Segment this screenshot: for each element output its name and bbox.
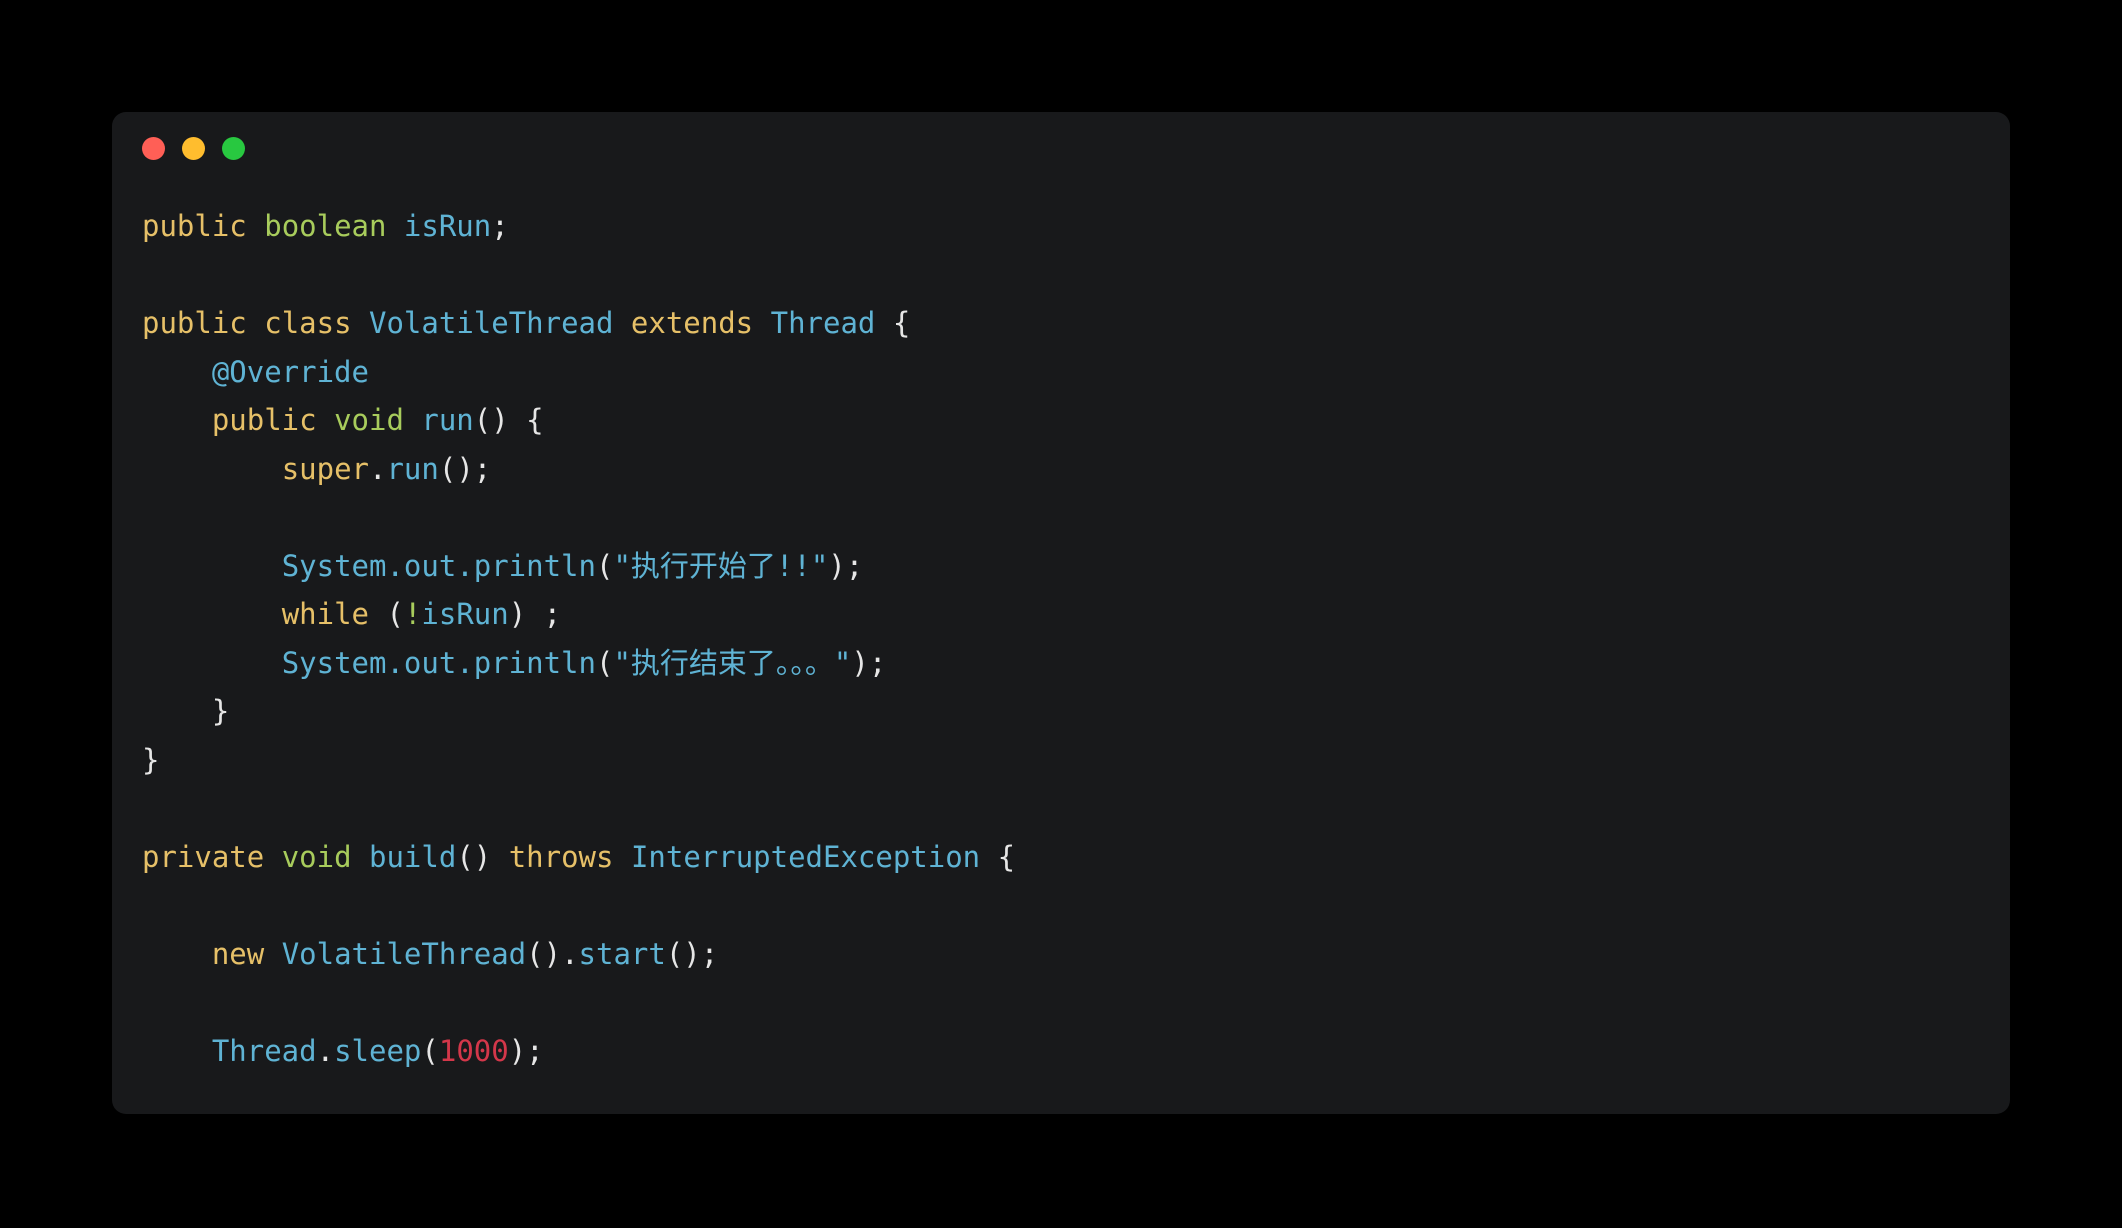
token-system-call: System.out.println [281, 645, 596, 680]
window-titlebar [112, 112, 2010, 184]
token-keyword: throws [508, 839, 614, 874]
token-type: void [334, 403, 404, 437]
minimize-button[interactable] [182, 136, 205, 160]
token-punct: . [316, 1033, 335, 1068]
code-line-11: } [142, 687, 1980, 736]
code-line-7-blank [142, 493, 1980, 542]
token-operator: ! [403, 597, 422, 631]
token-class-name: Thread [770, 306, 876, 340]
token-number: 1000 [438, 1033, 509, 1068]
token-keyword: new [211, 936, 265, 971]
token-punct: ); [851, 645, 887, 680]
code-line-5: public void run() { [142, 396, 1980, 445]
token-method-name: run [421, 403, 474, 437]
token-keyword: class [264, 306, 352, 340]
token-class-name: VolatileThread [369, 306, 614, 340]
token-punct: ); [828, 548, 864, 583]
token-identifier: isRun [403, 209, 492, 243]
token-type: void [281, 839, 352, 874]
token-punct: ( [595, 548, 614, 583]
code-line-15-blank [142, 881, 1980, 930]
code-content: public boolean isRun; public class Volat… [112, 184, 2010, 1114]
token-keyword: public [142, 209, 247, 243]
token-punct: () [456, 839, 492, 874]
token-type: boolean [264, 209, 387, 243]
code-screenshot-window: public boolean isRun; public class Volat… [112, 112, 2010, 1114]
close-button[interactable] [142, 136, 165, 160]
code-line-12: } [142, 736, 1980, 785]
token-keyword: extends [630, 306, 754, 340]
token-punct: . [561, 936, 579, 971]
token-annotation: @Override [211, 354, 369, 389]
token-system-call: System.out.println [281, 548, 596, 583]
token-class-name: InterruptedException [630, 839, 981, 874]
token-keyword: while [281, 597, 369, 631]
code-line-1: public boolean isRun; [142, 202, 1980, 251]
token-punct: ; [491, 209, 509, 243]
token-method-name: run [386, 451, 439, 486]
code-line-14: private void build() throws InterruptedE… [142, 833, 1980, 882]
token-keyword: super [281, 451, 369, 486]
token-punct: ( [595, 645, 614, 680]
code-line-18: Thread.sleep(1000); [142, 1027, 1980, 1076]
token-class-name: Thread [211, 1033, 317, 1068]
token-brace: } [211, 694, 230, 728]
code-line-8: System.out.println("执行开始了!!"); [142, 542, 1980, 591]
token-brace: { [997, 839, 1016, 874]
token-keyword: private [142, 839, 265, 874]
token-punct: ); [508, 1033, 544, 1068]
token-brace: { [892, 306, 911, 340]
token-string: "执行开始了!!" [613, 548, 829, 583]
code-line-3: public class VolatileThread extends Thre… [142, 299, 1980, 348]
token-keyword: public [142, 306, 247, 340]
code-line-2-blank [142, 251, 1980, 300]
token-method-name: build [369, 839, 457, 874]
token-class-name: VolatileThread [281, 936, 527, 971]
token-brace: { [526, 403, 544, 437]
code-line-17-blank [142, 978, 1980, 1027]
token-punct: (); [665, 936, 719, 971]
token-method-name: sleep [334, 1033, 422, 1068]
code-line-6: super.run(); [142, 445, 1980, 494]
token-brace: } [142, 742, 160, 777]
token-method-name: start [578, 936, 666, 971]
token-punct: ( [386, 597, 404, 631]
code-line-10: System.out.println("执行结束了。。。"); [142, 639, 1980, 688]
code-line-16: new VolatileThread().start(); [142, 930, 1980, 979]
token-punct: ( [421, 1033, 439, 1068]
token-punct: () [526, 936, 562, 971]
token-punct: . [369, 451, 387, 486]
token-string: "执行结束了。。。" [613, 645, 852, 680]
token-keyword: public [211, 403, 317, 437]
code-line-13-blank [142, 784, 1980, 833]
token-punct: (); [438, 451, 492, 486]
code-line-19-blank [142, 1075, 1980, 1114]
code-line-4: @Override [142, 348, 1980, 397]
token-identifier: isRun [421, 597, 509, 631]
token-punct: ) ; [508, 597, 562, 631]
maximize-button[interactable] [222, 136, 245, 160]
token-punct: () [473, 403, 509, 437]
code-line-9: while (!isRun) ; [142, 590, 1980, 639]
